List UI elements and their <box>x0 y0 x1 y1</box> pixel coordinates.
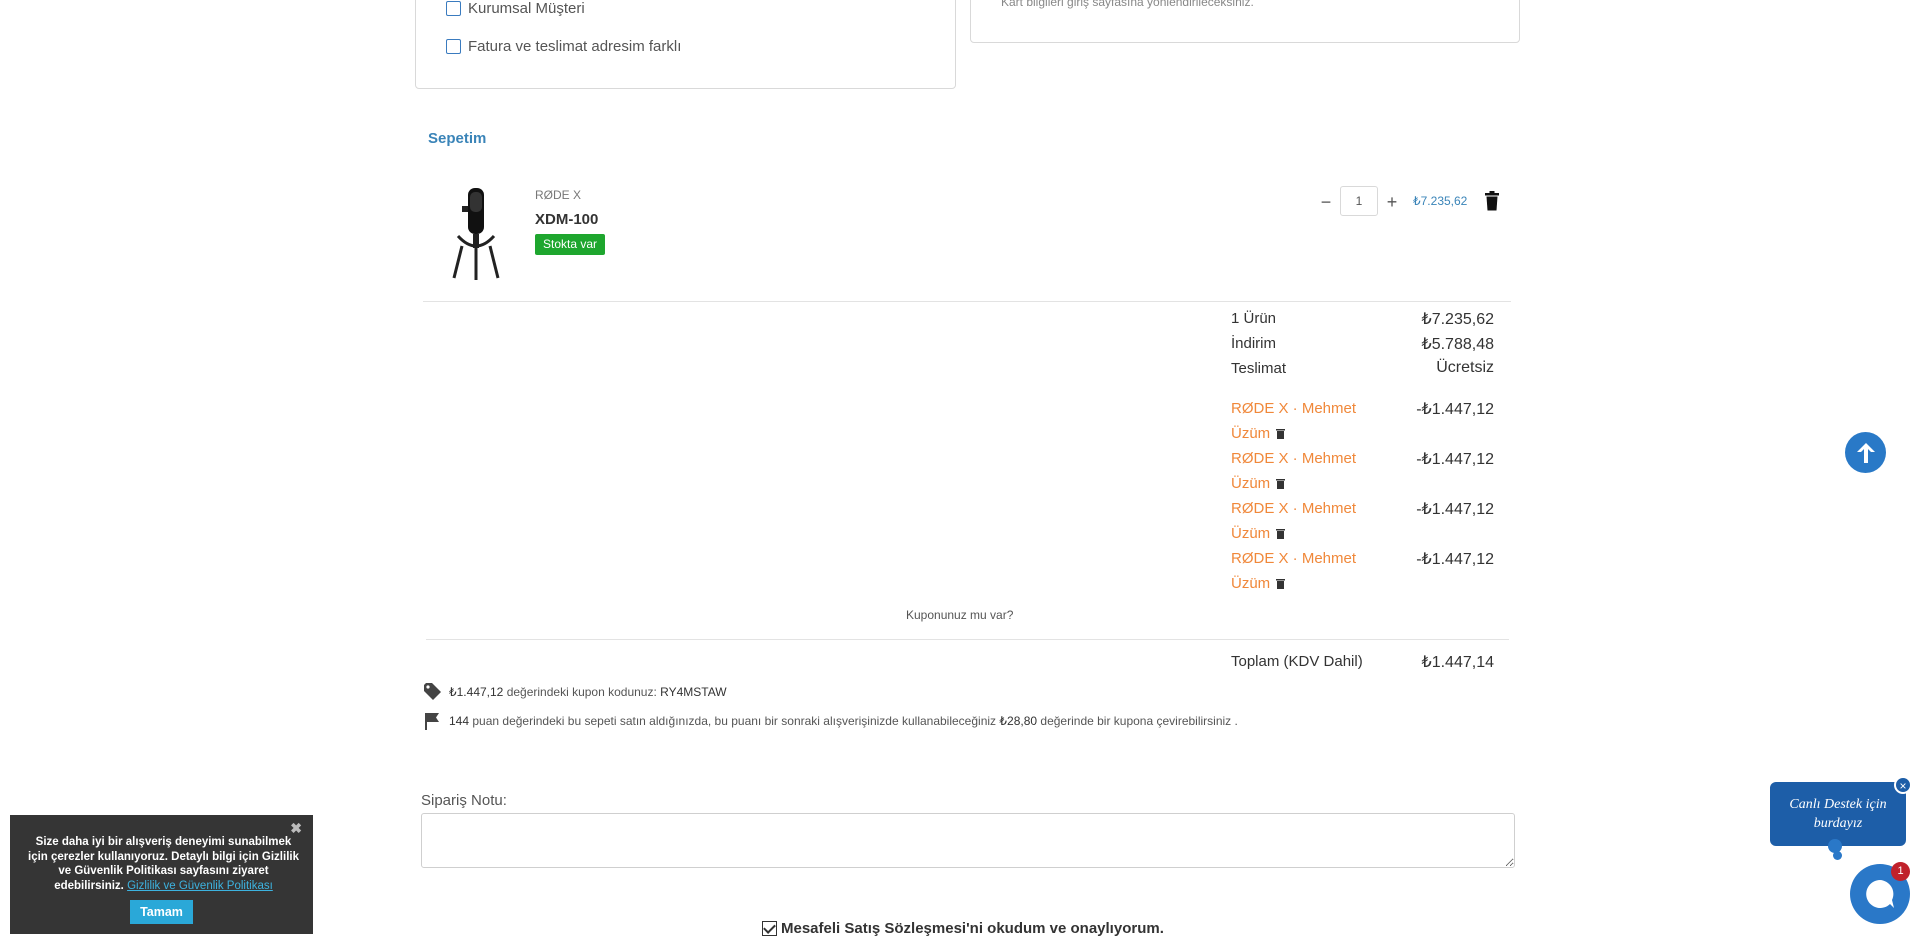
divider <box>423 301 1511 302</box>
scroll-top-button[interactable] <box>1845 432 1886 473</box>
cart-title: Sepetim <box>428 130 487 147</box>
stock-badge: Stokta var <box>535 234 606 255</box>
product-brand: RØDE X <box>535 188 582 202</box>
coupon-code: RY4MSTAW <box>660 685 727 699</box>
order-note-label: Sipariş Notu: <box>421 792 507 809</box>
discount-label: RØDE X · Mehmet Üzüm <box>1231 400 1357 442</box>
cookie-accept-button[interactable]: Tamam <box>130 900 193 924</box>
product-image[interactable] <box>448 186 504 282</box>
summary-items-value: ₺7.235,62 <box>1421 311 1494 328</box>
chat-unread-badge: 1 <box>1891 862 1910 881</box>
cookie-banner: ✖ Size daha iyi bir alışveriş deneyimi s… <box>10 815 313 934</box>
points-count: 144 <box>449 714 470 728</box>
discount-item: RØDE X · Mehmet Üzüm <box>1231 396 1381 446</box>
coupon-link[interactable]: Kuponunuz mu var? <box>906 608 1013 622</box>
total-value: ₺1.447,14 <box>1421 654 1494 671</box>
corporate-customer-label: Kurumsal Müşteri <box>468 0 585 17</box>
coupon-info: ₺1.447,12 değerindeki kupon kodunuz: RY4… <box>423 682 727 702</box>
quantity-decrease-button[interactable]: − <box>1314 188 1338 216</box>
chat-bubble[interactable]: Canlı Destek için burdayız <box>1770 782 1906 846</box>
remove-discount-icon[interactable] <box>1276 528 1286 539</box>
discount-label: RØDE X · Mehmet Üzüm <box>1231 500 1357 542</box>
different-address-checkbox[interactable]: Fatura ve teslimat adresim farklı <box>446 38 681 55</box>
product-name[interactable]: XDM-100 <box>535 211 598 228</box>
points-value: ₺28,80 <box>999 714 1038 728</box>
chat-icon <box>1866 880 1894 908</box>
discount-value: -₺1.447,12 <box>1416 551 1494 568</box>
coupon-amount: ₺1.447,12 <box>449 685 504 699</box>
summary-discount-label: İndirim <box>1231 335 1277 352</box>
remove-discount-icon[interactable] <box>1276 428 1286 439</box>
checkbox-box[interactable] <box>446 1 461 16</box>
chat-close-button[interactable]: × <box>1894 776 1912 794</box>
cookie-text: Size daha iyi bir alışveriş deneyimi sun… <box>26 835 301 893</box>
line-price: ₺7.235,62 <box>1413 194 1468 208</box>
discount-label: RØDE X · Mehmet Üzüm <box>1231 550 1357 592</box>
flag-icon <box>425 713 439 730</box>
privacy-policy-link[interactable]: Gizlilik ve Güvenlik Politikası <box>127 880 273 892</box>
trash-icon[interactable] <box>1484 191 1500 211</box>
quantity-increase-button[interactable]: + <box>1380 188 1404 216</box>
points-text: puan değerindeki bu sepeti satın aldığın… <box>472 714 997 728</box>
arrow-up-icon <box>1856 442 1875 463</box>
points-info: 144 puan değerindeki bu sepeti satın ald… <box>423 712 1238 730</box>
remove-discount-icon[interactable] <box>1276 478 1286 489</box>
summary-shipping-label: Teslimat <box>1231 360 1287 377</box>
checkbox-box[interactable] <box>446 39 461 54</box>
agreement-label: Mesafeli Satış Sözleşmesi'ni okudum ve o… <box>781 920 1164 937</box>
discount-value: -₺1.447,12 <box>1416 401 1494 418</box>
discount-item: RØDE X · Mehmet Üzüm <box>1231 446 1381 496</box>
coupon-text: değerindeki kupon kodunuz: <box>506 685 657 699</box>
payment-info-panel: Kart bilgileri giriş sayfasına yönlendir… <box>970 0 1520 43</box>
discount-value: -₺1.447,12 <box>1416 501 1494 518</box>
order-note-textarea[interactable] <box>421 813 1515 868</box>
divider <box>426 639 1509 640</box>
summary-discount-value: ₺5.788,48 <box>1421 336 1494 353</box>
remove-discount-icon[interactable] <box>1276 578 1286 589</box>
agreement-checkbox[interactable]: Mesafeli Satış Sözleşmesi'ni okudum ve o… <box>762 920 1164 937</box>
quantity-input[interactable] <box>1340 186 1378 216</box>
discount-item: RØDE X · Mehmet Üzüm <box>1231 496 1381 546</box>
discount-value: -₺1.447,12 <box>1416 451 1494 468</box>
discount-label: RØDE X · Mehmet Üzüm <box>1231 450 1357 492</box>
card-redirect-hint: Kart bilgileri giriş sayfasına yönlendir… <box>1001 0 1254 9</box>
summary-shipping-value: Ücretsiz <box>1436 359 1494 376</box>
total-label: Toplam (KDV Dahil) <box>1231 653 1363 670</box>
summary-items-label: 1 Ürün <box>1231 310 1277 327</box>
points-tail: değerinde bir kupona çevirebilirsiniz . <box>1040 714 1238 728</box>
discount-item: RØDE X · Mehmet Üzüm <box>1231 546 1381 596</box>
different-address-label: Fatura ve teslimat adresim farklı <box>468 38 682 55</box>
tag-icon <box>424 683 441 700</box>
corporate-customer-checkbox[interactable]: Kurumsal Müşteri <box>446 0 585 17</box>
chat-bubble-dot <box>1833 851 1842 860</box>
checkbox-box[interactable] <box>762 921 777 936</box>
